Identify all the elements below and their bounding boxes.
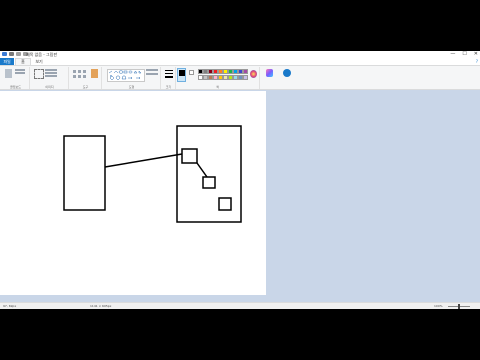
close-button[interactable]: ✕ (474, 51, 478, 58)
product-alert-group (279, 67, 295, 89)
tab-view[interactable]: 보기 (33, 58, 45, 65)
copy-icon[interactable] (15, 72, 25, 74)
colors-label: 색 (216, 85, 219, 89)
outline-dropdown[interactable] (146, 69, 158, 71)
connector-line-2 (196, 162, 208, 178)
crop-icon[interactable] (45, 69, 57, 71)
drawing-canvas[interactable] (0, 91, 266, 295)
select-icon[interactable] (34, 69, 44, 79)
text-icon[interactable] (83, 70, 86, 73)
color-picker-icon[interactable] (78, 75, 81, 78)
square-3 (218, 197, 232, 211)
paint3d-group (262, 67, 278, 89)
size-group: 크기 (162, 67, 176, 89)
shapes-label: 도형 (128, 85, 135, 89)
square-2 (202, 176, 216, 189)
magnifier-icon[interactable] (83, 75, 86, 78)
ribbon-tabs: 파일 홈 보기 ? (0, 58, 480, 65)
tab-file[interactable]: 파일 (0, 58, 14, 65)
shapes-gallery-icons (108, 70, 142, 81)
tall-rectangle (63, 135, 106, 211)
canvas-size: 1141 × 605px (90, 304, 112, 308)
canvas-drawing (63, 125, 242, 223)
clipboard-label: 클립보드 (9, 85, 22, 89)
product-alert-icon[interactable] (283, 69, 291, 77)
connector-line-1 (104, 153, 183, 168)
image-label: 이미지 (45, 85, 54, 89)
workspace (0, 90, 480, 302)
zoom-level: 100% (434, 304, 443, 308)
fill-icon[interactable] (78, 70, 81, 73)
undo-icon[interactable] (16, 52, 21, 56)
help-icon[interactable]: ? (476, 59, 478, 64)
resize-icon[interactable] (45, 72, 57, 74)
pencil-icon[interactable] (73, 70, 76, 73)
shapes-group: 도형 (103, 67, 161, 89)
color1-selector[interactable] (177, 68, 186, 82)
size-label[interactable]: 크기 (162, 85, 175, 89)
clipboard-group: 클립보드 (2, 67, 30, 89)
cut-icon[interactable] (15, 69, 25, 71)
paint3d-icon[interactable] (266, 69, 273, 77)
quick-access-toolbar (2, 52, 28, 56)
edit-colors-icon[interactable] (250, 70, 257, 78)
paint-app-icon (2, 52, 7, 56)
colors-group: 색 (176, 67, 260, 89)
save-icon[interactable] (9, 52, 14, 56)
rotate-icon[interactable] (45, 75, 57, 77)
maximize-button[interactable]: ☐ (462, 51, 466, 58)
zoom-slider-thumb[interactable] (458, 304, 460, 309)
status-bar: 97, 69px 1141 × 605px 100% (0, 302, 480, 309)
image-group: 이미지 (31, 67, 69, 89)
paint-window: 제목 없음 - 그림판 — ☐ ✕ 파일 홈 보기 ? 클립보드 이미지 도구 … (0, 51, 480, 309)
tab-home[interactable]: 홈 (15, 58, 31, 65)
color2-selector[interactable] (187, 68, 196, 82)
brushes-icon[interactable] (91, 69, 98, 78)
fill-dropdown[interactable] (146, 73, 158, 75)
paste-icon[interactable] (5, 69, 12, 78)
tools-label: 도구 (82, 85, 89, 89)
cursor-position: 97, 69px (3, 304, 17, 308)
eraser-icon[interactable] (73, 75, 76, 78)
palette-swatch[interactable] (243, 75, 248, 80)
shapes-gallery[interactable] (107, 69, 145, 82)
minimize-button[interactable]: — (450, 51, 455, 58)
tools-group: 도구 (70, 67, 102, 89)
square-1 (181, 148, 198, 164)
title-bar: 제목 없음 - 그림판 — ☐ ✕ (0, 51, 480, 58)
palette-swatch[interactable] (243, 69, 248, 74)
ribbon: 클립보드 이미지 도구 도형 크기 색 (0, 65, 480, 90)
